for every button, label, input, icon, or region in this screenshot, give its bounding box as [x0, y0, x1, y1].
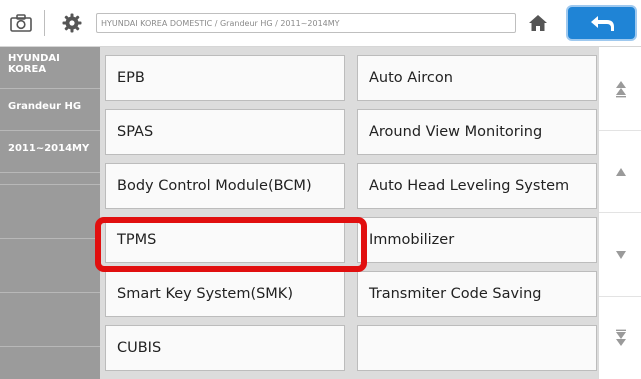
triangle-up-icon[interactable]	[599, 131, 641, 213]
sidebar-divider	[0, 292, 100, 293]
triangle-down-icon[interactable]	[599, 213, 641, 297]
breadcrumb-path: HYUNDAI KOREA DOMESTIC / Grandeur HG / 2…	[96, 13, 516, 33]
system-button-auto-aircon[interactable]: Auto Aircon	[357, 55, 597, 101]
system-button-empty[interactable]	[357, 325, 597, 371]
system-button-tpms[interactable]: TPMS	[105, 217, 345, 263]
system-button-bcm[interactable]: Body Control Module(BCM)	[105, 163, 345, 209]
system-button-around-view-monitoring[interactable]: Around View Monitoring	[357, 109, 597, 155]
sidebar-divider	[0, 346, 100, 347]
double-chevron-up-icon[interactable]	[599, 47, 641, 131]
sidebar-item-model[interactable]: Grandeur HG	[0, 89, 100, 131]
sidebar-item-label: HYUNDAI KOREA	[8, 53, 60, 75]
back-button[interactable]	[566, 5, 637, 41]
camera-icon[interactable]	[7, 9, 35, 37]
system-button-epb[interactable]: EPB	[105, 55, 345, 101]
sidebar-item-year[interactable]: 2011~2014MY	[0, 131, 100, 173]
sidebar-item-label: Grandeur HG	[8, 101, 82, 112]
sidebar-divider	[0, 238, 100, 239]
vehicle-selection-sidebar: HYUNDAI KOREA Grandeur HG 2011~2014MY	[0, 47, 100, 379]
system-button-smart-key[interactable]: Smart Key System(SMK)	[105, 271, 345, 317]
back-arrow-icon	[587, 12, 617, 34]
system-button-transmitter-code-saving[interactable]: Transmiter Code Saving	[357, 271, 597, 317]
system-button-cubis[interactable]: CUBIS	[105, 325, 345, 371]
double-chevron-down-icon[interactable]	[599, 297, 641, 379]
sidebar-item-manufacturer[interactable]: HYUNDAI KOREA	[0, 47, 100, 89]
gear-icon[interactable]	[58, 9, 86, 37]
scroll-panel	[598, 47, 641, 379]
sidebar-divider	[0, 184, 100, 185]
home-icon[interactable]	[524, 9, 552, 37]
system-button-spas[interactable]: SPAS	[105, 109, 345, 155]
top-toolbar: HYUNDAI KOREA DOMESTIC / Grandeur HG / 2…	[0, 0, 641, 47]
sidebar-item-label: 2011~2014MY	[8, 143, 90, 154]
system-grid: EPB Auto Aircon SPAS Around View Monitor…	[100, 47, 598, 379]
system-button-auto-head-leveling[interactable]: Auto Head Leveling System	[357, 163, 597, 209]
toolbar-divider	[44, 10, 45, 36]
system-button-immobilizer[interactable]: Immobilizer	[357, 217, 597, 263]
